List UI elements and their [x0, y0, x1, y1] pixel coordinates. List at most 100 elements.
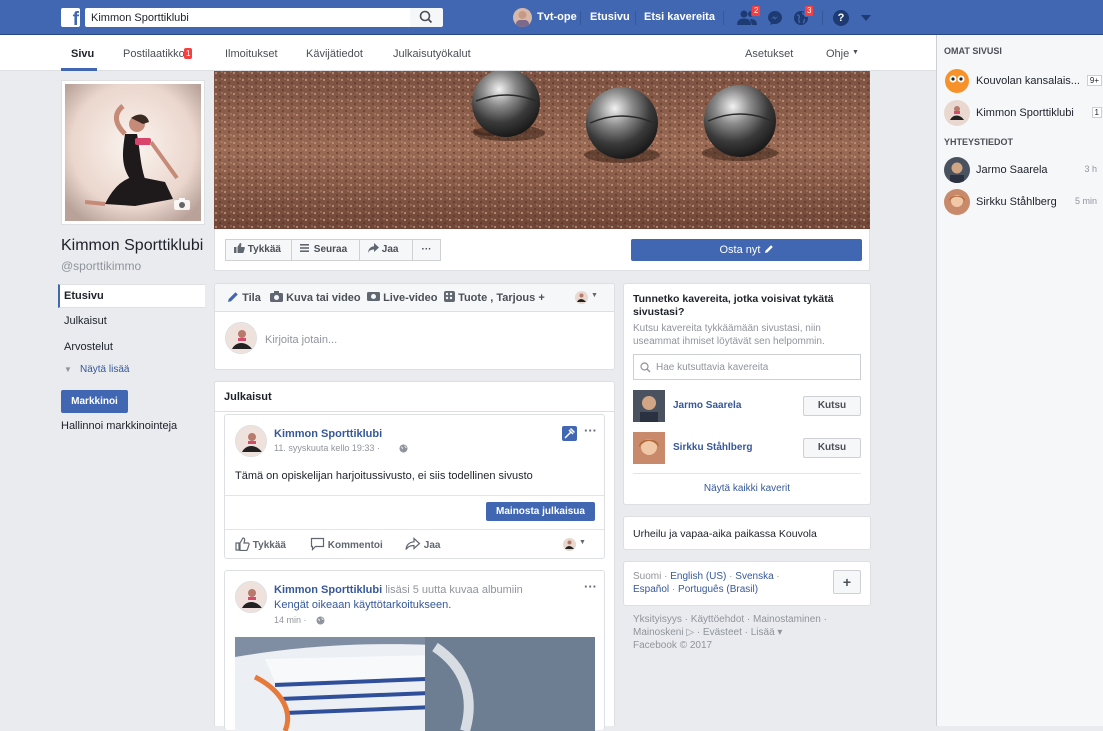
sidebar-page-name: Kouvolan kansalais...: [976, 75, 1080, 87]
tab-inbox[interactable]: Postilaatikko: [123, 48, 185, 60]
footer-links[interactable]: Yksityisyys · Käyttöehdot · Mainostamine…: [633, 613, 827, 626]
like-page-button[interactable]: Tykkää: [225, 239, 292, 261]
home-link[interactable]: Etusivu: [590, 11, 630, 23]
show-more-link[interactable]: Näytä lisää: [80, 364, 129, 375]
tab-insights[interactable]: Kävijätiedot: [306, 48, 363, 60]
post-author-avatar[interactable]: [235, 581, 267, 613]
friend-avatar[interactable]: [633, 390, 665, 422]
contacts-header: YHTEYSTIEDOT: [944, 137, 1014, 147]
contact-avatar: [944, 157, 970, 183]
friend-requests-badge: 2: [751, 5, 762, 17]
follow-button[interactable]: Seuraa: [291, 239, 360, 261]
reaction-as-avatar[interactable]: [563, 538, 576, 551]
invite-button[interactable]: Kutsu: [803, 438, 861, 458]
post-author-name[interactable]: Kimmon Sporttiklubi: [274, 584, 382, 596]
album-link[interactable]: Kengät oikeaan käyttötarkoitukseen.: [274, 599, 451, 611]
pinned-icon[interactable]: [562, 426, 577, 441]
tab-publishing-tools[interactable]: Julkaisutyökalut: [393, 48, 471, 60]
help-link[interactable]: Ohje: [826, 48, 849, 60]
post-share-button[interactable]: Jaa: [405, 537, 440, 551]
tab-photo-video[interactable]: Kuva tai video: [270, 291, 361, 304]
sidebar-page-count: 1: [1091, 107, 1102, 118]
tab-live-video[interactable]: Live-video: [367, 291, 437, 304]
profile-picture[interactable]: [61, 80, 205, 225]
sidebar-page-kimmon[interactable]: Kimmon Sporttiklubi 1: [944, 100, 1102, 126]
post-as-avatar[interactable]: [575, 291, 588, 304]
contact-last-active: 5 min: [1074, 196, 1097, 206]
leftnav-item-home[interactable]: Etusivu: [64, 290, 104, 302]
invite-button[interactable]: Kutsu: [803, 396, 861, 416]
tab-notifications[interactable]: Ilmoitukset: [225, 48, 278, 60]
page-category[interactable]: Urheilu ja vapaa-aika paikassa Kouvola: [633, 528, 817, 540]
settings-link[interactable]: Asetukset: [745, 48, 793, 60]
post-comment-button[interactable]: Kommentoi: [310, 537, 383, 551]
divider: [635, 11, 636, 25]
account-menu-chevron-down-icon[interactable]: [861, 15, 871, 21]
post-author-name[interactable]: Kimmon Sporttiklubi: [274, 428, 382, 440]
notifications-button[interactable]: 3: [793, 5, 815, 29]
footer-links[interactable]: Mainoskeni ▷ · Evästeet · Lisää ▾: [633, 626, 827, 639]
manage-promotions-link[interactable]: Hallinnoi markkinointeja: [61, 420, 177, 432]
leftnav-item-posts[interactable]: Julkaisut: [64, 315, 107, 327]
camera-icon[interactable]: [173, 197, 191, 211]
sidebar-page-kouvolan[interactable]: Kouvolan kansalais... 9+: [944, 68, 1102, 94]
language-link[interactable]: Español: [633, 584, 669, 595]
user-avatar[interactable]: [513, 8, 532, 27]
page-title: Kimmon Sporttiklubi: [61, 237, 204, 254]
language-link[interactable]: Português (Brasil): [678, 584, 758, 595]
cover-photo[interactable]: [214, 71, 870, 229]
friend-avatar[interactable]: [633, 432, 665, 464]
share-page-button[interactable]: Jaa: [359, 239, 413, 261]
post-like-button[interactable]: Tykkää: [235, 537, 286, 552]
messenger-button[interactable]: [767, 10, 783, 29]
user-name-link[interactable]: Tvt-ope: [537, 11, 577, 23]
contact-jarmo[interactable]: Jarmo Saarela 3 h: [944, 157, 1099, 183]
divider: [225, 529, 604, 530]
friend-name[interactable]: Jarmo Saarela: [673, 400, 741, 411]
search-icon: [419, 10, 433, 24]
facebook-logo-icon[interactable]: f: [61, 8, 80, 27]
like-page-label: Tykkää: [247, 244, 281, 255]
find-friends-link[interactable]: Etsi kavereita: [644, 11, 715, 23]
friend-requests-button[interactable]: 2: [737, 5, 762, 29]
help-icon[interactable]: ?: [833, 10, 849, 26]
chevron-down-icon[interactable]: ▼: [591, 292, 598, 299]
see-all-friends-link[interactable]: Näytä kaikki kaverit: [624, 483, 870, 494]
search-input[interactable]: [85, 8, 410, 27]
leftnav-item-reviews[interactable]: Arvostelut: [64, 341, 113, 353]
thumbs-up-icon: [234, 243, 245, 253]
tab-product-offer[interactable]: Tuote , Tarjous +: [444, 291, 545, 304]
tab-page[interactable]: Sivu: [71, 48, 94, 60]
page-handle[interactable]: @sporttikimmo: [61, 259, 141, 273]
post-composer: Tila Kuva tai video Live-video Tuote , T…: [214, 283, 615, 370]
page-avatar: [944, 68, 970, 94]
composer-input[interactable]: Kirjoita jotain...: [265, 334, 337, 346]
search-button[interactable]: [410, 8, 443, 27]
chevron-down-icon[interactable]: ▼: [579, 539, 586, 546]
friend-name[interactable]: Sirkku Ståhlberg: [673, 442, 752, 453]
tab-live-video-label: Live-video: [383, 292, 438, 304]
promote-button[interactable]: Markkinoi: [61, 390, 128, 413]
post-timestamp[interactable]: 14 min ·: [274, 615, 307, 625]
post-photo[interactable]: [235, 637, 595, 731]
shop-now-button[interactable]: Osta nyt: [631, 239, 862, 261]
camera-icon: [270, 291, 283, 302]
post-author-avatar[interactable]: [235, 425, 267, 457]
divider: [215, 411, 614, 412]
language-link[interactable]: Svenska: [735, 571, 773, 582]
post-like-label: Tykkää: [252, 540, 286, 551]
invite-search-input[interactable]: Hae kutsuttavia kavereita: [633, 354, 861, 380]
post-timestamp[interactable]: 11. syyskuuta kello 19:33 ·: [274, 443, 380, 453]
divider: [580, 11, 581, 25]
more-options-button[interactable]: ···: [412, 239, 441, 261]
contact-sirkku[interactable]: Sirkku Ståhlberg 5 min: [944, 189, 1099, 215]
language-link[interactable]: English (US): [670, 571, 726, 582]
post-options-icon[interactable]: ···: [584, 579, 597, 594]
contact-avatar: [944, 189, 970, 215]
add-language-button[interactable]: +: [833, 570, 861, 594]
pencil-icon: [764, 245, 773, 253]
post-options-icon[interactable]: ···: [584, 423, 597, 438]
divider: [225, 495, 604, 496]
tab-status[interactable]: Tila: [227, 291, 261, 304]
boost-post-button[interactable]: Mainosta julkaisua: [486, 502, 595, 521]
